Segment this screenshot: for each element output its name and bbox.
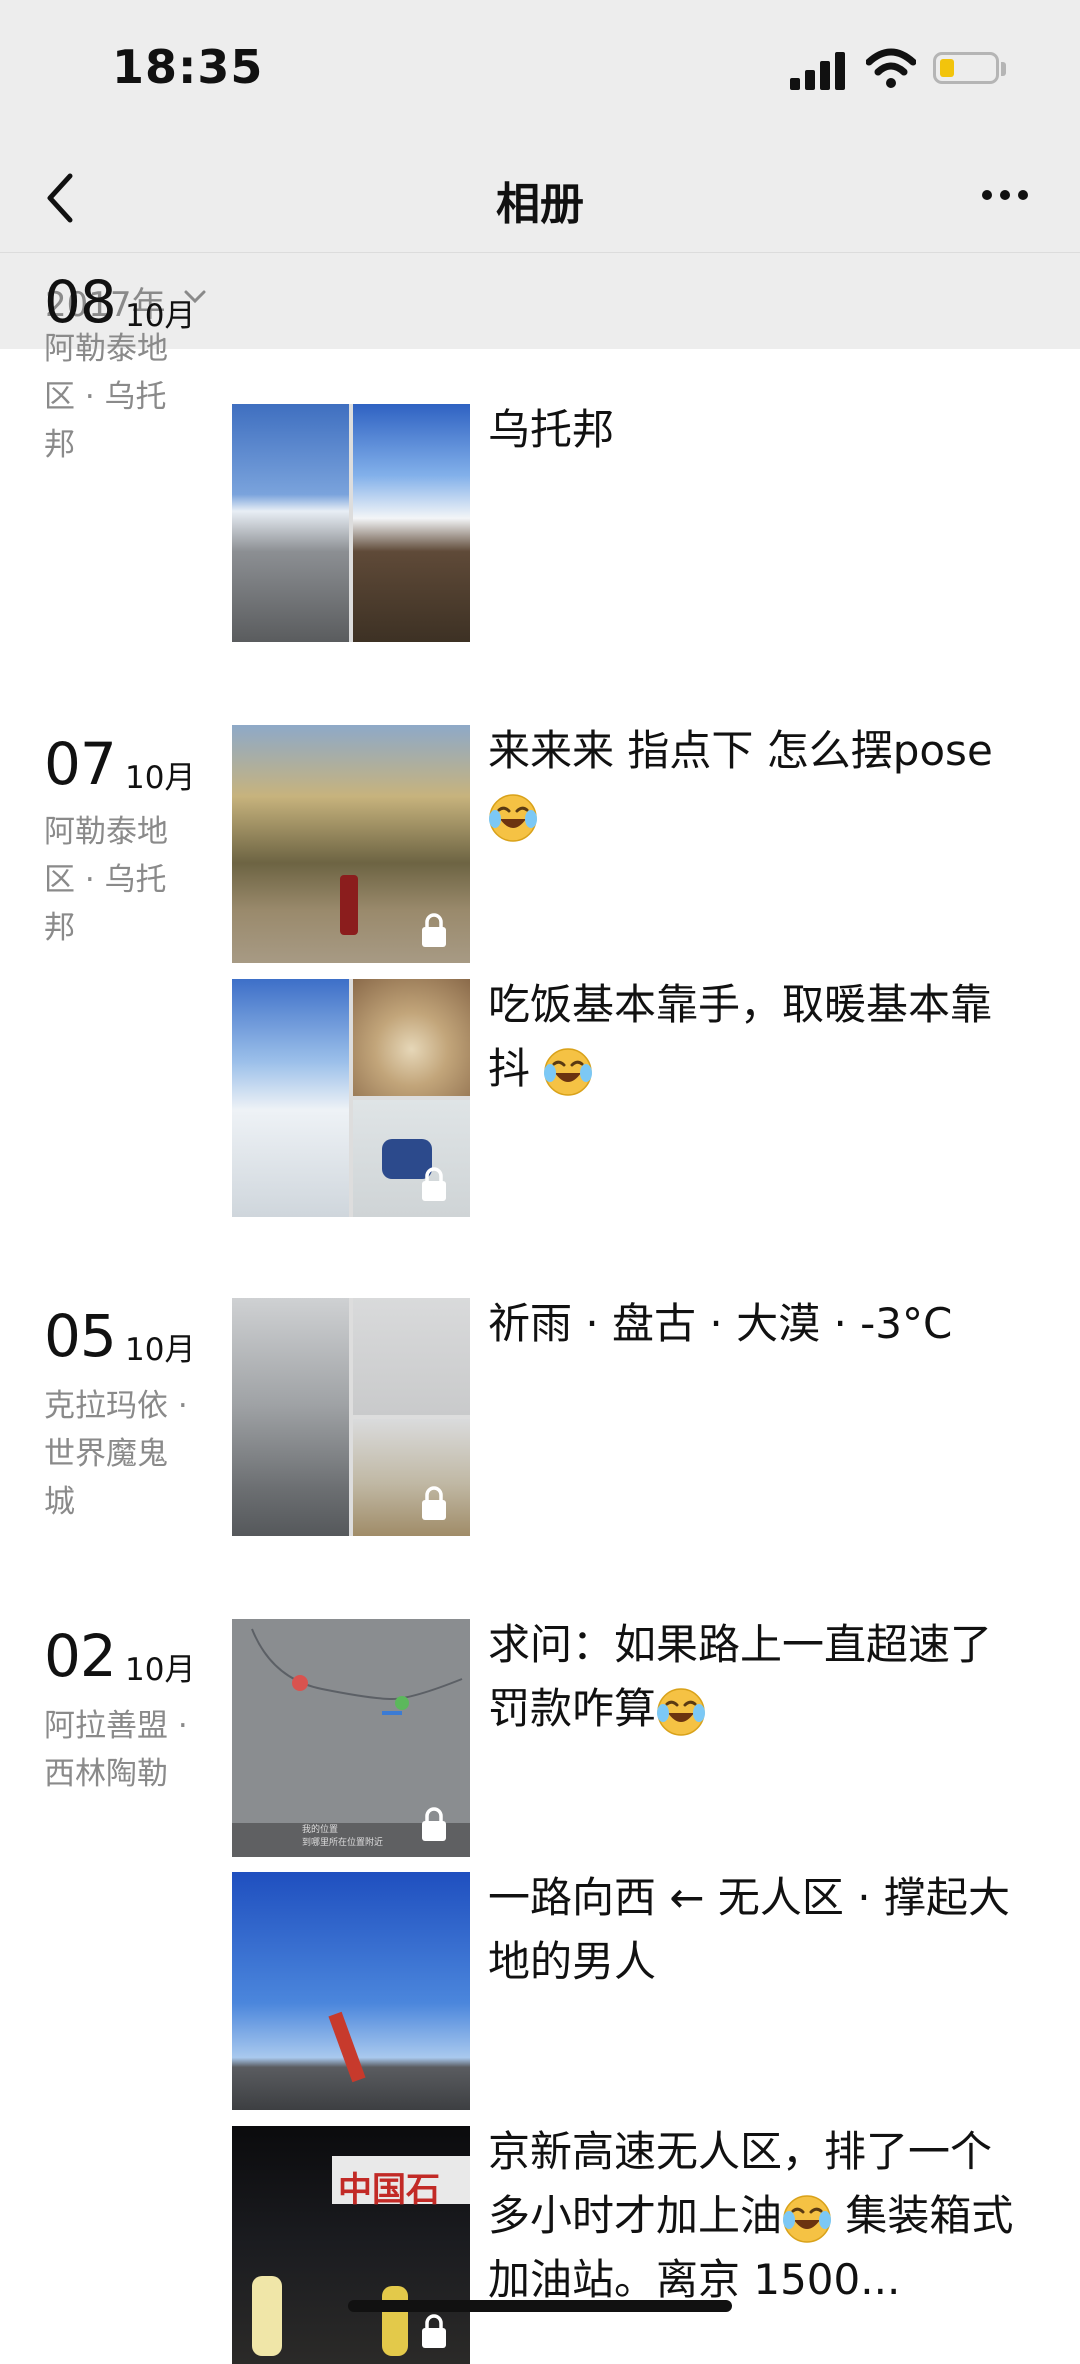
nav-bar: 相册	[0, 140, 1080, 253]
post-caption[interactable]: 一路向西 ← 无人区 · 撑起大地的男人	[488, 1866, 1028, 1994]
entry-month: 10月	[125, 1332, 196, 1368]
status-time: 18:35	[112, 40, 264, 94]
post-caption-text: 求问：如果路上一直超速了 罚款咋算	[488, 1620, 993, 1733]
post-thumbnail[interactable]	[232, 725, 470, 963]
cellular-signal-icon	[790, 50, 846, 90]
lock-icon	[420, 1167, 448, 1203]
entry-month: 10月	[125, 760, 196, 796]
entry-location: 克拉玛依 · 世界魔鬼城	[44, 1388, 188, 1520]
lock-icon	[420, 2314, 448, 2350]
home-indicator[interactable]	[348, 2300, 732, 2312]
post-caption[interactable]: 祈雨 · 盘古 · 大漠 · -3°C	[488, 1292, 1028, 1356]
entry-location: 阿拉善盟 · 西林陶勒	[44, 1708, 188, 1792]
post-caption[interactable]: 京新高速无人区，排了一个多小时才加上油 集装箱式加油站。离京 1500...	[488, 2120, 1028, 2312]
laughing-crying-emoji-icon	[543, 1047, 594, 1096]
post-caption[interactable]: 求问：如果路上一直超速了 罚款咋算	[488, 1613, 1028, 1741]
battery-tip	[1001, 62, 1006, 76]
post-caption[interactable]: 来来来 指点下 怎么摆pose	[488, 719, 1028, 847]
more-icon[interactable]	[970, 170, 1040, 220]
page-title: 相册	[496, 179, 584, 230]
post-caption[interactable]: 吃饭基本靠手，取暖基本靠抖	[488, 973, 1028, 1101]
lock-icon	[420, 1807, 448, 1843]
entry-location: 阿勒泰地区 · 乌托邦	[44, 814, 168, 946]
laughing-crying-emoji-icon	[488, 793, 538, 842]
map-label-2: 到哪里所在位置附近	[302, 1838, 384, 1848]
wifi-icon	[866, 48, 916, 88]
lock-icon	[420, 913, 448, 949]
post-thumbnail[interactable]	[232, 979, 470, 1217]
entry-month: 10月	[125, 1652, 196, 1688]
post-thumbnail[interactable]	[232, 1298, 470, 1536]
battery-icon	[933, 52, 999, 84]
lock-icon	[420, 1486, 448, 1522]
entry-day: 07	[44, 730, 117, 798]
status-bar: 18:35	[0, 0, 1080, 140]
post-thumbnail[interactable]: 我的位置 到哪里所在位置附近	[232, 1619, 470, 1857]
laughing-crying-emoji-icon	[656, 1687, 707, 1736]
entry-location: 阿勒泰地区 · 乌托邦	[44, 331, 168, 463]
post-thumbnail[interactable]	[232, 1872, 470, 2110]
post-caption[interactable]: 乌托邦	[488, 398, 1028, 462]
entry-day: 02	[44, 1622, 117, 1690]
post-caption-text: 来来来 指点下 怎么摆pose	[488, 726, 993, 775]
laughing-crying-emoji-icon	[782, 2194, 833, 2243]
fuel-station-sign: 中国石	[338, 2170, 440, 2210]
map-label-1: 我的位置	[302, 1825, 339, 1835]
entry-day: 05	[44, 1302, 117, 1370]
post-thumbnail[interactable]	[232, 404, 470, 642]
post-thumbnail[interactable]: 中国石	[232, 2126, 470, 2364]
